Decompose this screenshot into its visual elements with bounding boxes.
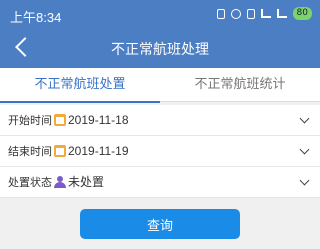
status-time: 上午8:34 bbox=[10, 10, 62, 25]
chevron-down-icon[interactable] bbox=[299, 144, 310, 155]
page-title: 不正常航班处理 bbox=[111, 42, 209, 58]
status-label: 处置状态 bbox=[8, 176, 52, 189]
end-time-value: 2019-11-19 bbox=[68, 144, 129, 158]
chevron-down-icon[interactable] bbox=[299, 175, 310, 186]
end-time-label: 结束时间 bbox=[8, 145, 52, 158]
nav-bar: 不正常航班处理 bbox=[0, 29, 320, 68]
signal-icon bbox=[260, 9, 271, 18]
end-time-row[interactable]: 结束时间 2019-11-19 bbox=[0, 136, 320, 167]
filter-list: 开始时间 2019-11-18 结束时间 2019-11-19 处置状态 未处置 bbox=[0, 105, 320, 198]
status-icons: 80 bbox=[216, 7, 312, 20]
chevron-down-icon[interactable] bbox=[299, 113, 310, 124]
start-time-value: 2019-11-18 bbox=[68, 113, 129, 127]
calendar-icon bbox=[54, 114, 66, 126]
tab-bar: 不正常航班处置 不正常航班统计 bbox=[0, 68, 320, 103]
person-icon bbox=[54, 176, 66, 188]
status-bar: 上午8:34 80 bbox=[0, 0, 320, 29]
calendar-icon bbox=[54, 145, 66, 157]
query-button[interactable]: 查询 bbox=[80, 209, 240, 239]
status-row[interactable]: 处置状态 未处置 bbox=[0, 167, 320, 198]
bluetooth-icon bbox=[216, 8, 225, 19]
vibrate-icon bbox=[246, 8, 255, 19]
wifi-icon bbox=[276, 9, 287, 18]
battery-icon: 80 bbox=[292, 7, 312, 20]
status-value: 未处置 bbox=[68, 175, 105, 189]
tab-flight-statistics[interactable]: 不正常航班统计 bbox=[160, 68, 320, 102]
tab-flight-handling[interactable]: 不正常航班处置 bbox=[0, 68, 160, 103]
start-time-row[interactable]: 开始时间 2019-11-18 bbox=[0, 105, 320, 136]
start-time-label: 开始时间 bbox=[8, 114, 52, 127]
alarm-icon bbox=[230, 8, 241, 19]
